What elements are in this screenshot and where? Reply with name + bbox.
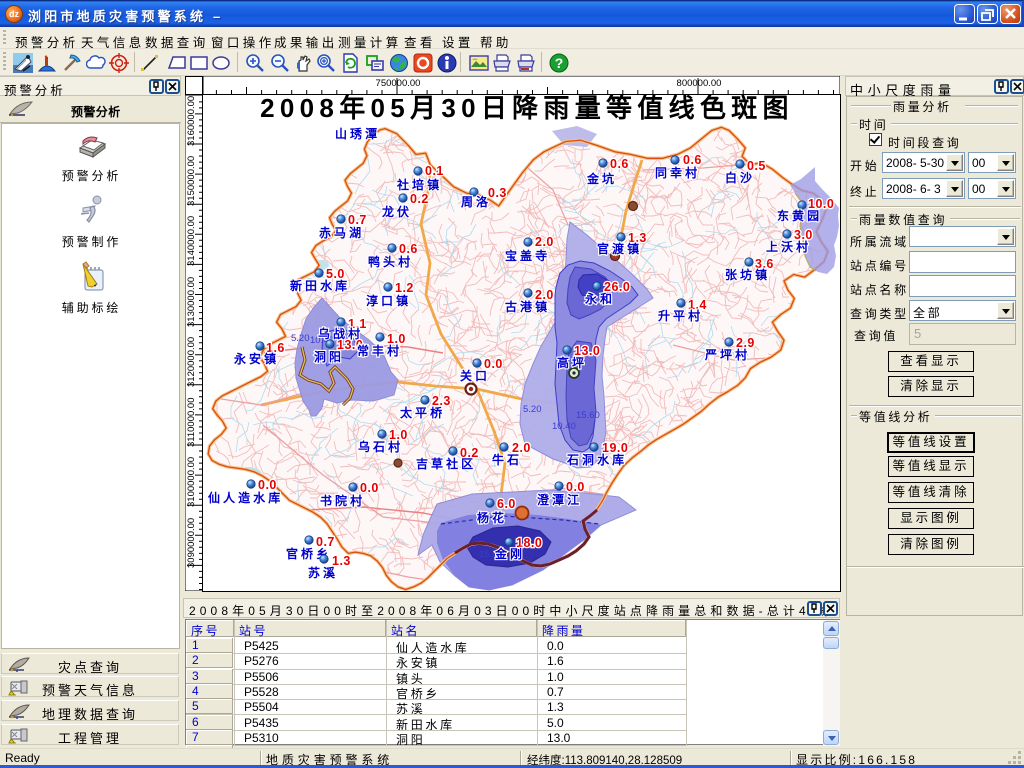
svg-text:2.0: 2.0 — [535, 235, 554, 249]
svg-text:常丰村: 常丰村 — [357, 343, 402, 358]
svg-text:800000.00: 800000.00 — [677, 78, 722, 89]
svg-text:金坑: 金坑 — [586, 171, 617, 186]
svg-text:同幸村: 同幸村 — [655, 165, 700, 180]
svg-text:龙伏: 龙伏 — [382, 204, 412, 219]
svg-text:3140000.00: 3140000.00 — [186, 216, 197, 266]
svg-text:古港镇: 古港镇 — [505, 299, 550, 314]
svg-text:山琇潭: 山琇潭 — [335, 126, 380, 141]
svg-text:洞阳: 洞阳 — [314, 349, 344, 364]
svg-text:0.0: 0.0 — [360, 481, 379, 495]
svg-text:永和: 永和 — [584, 291, 615, 306]
svg-text:书院村: 书院村 — [320, 493, 365, 508]
svg-text:赤马湖: 赤马湖 — [319, 225, 364, 240]
svg-text:石洞水库: 石洞水库 — [566, 452, 627, 467]
svg-text:上沃村: 上沃村 — [766, 239, 811, 254]
svg-text:关口: 关口 — [460, 368, 490, 383]
svg-text:6.0: 6.0 — [497, 497, 516, 511]
svg-text:官渡镇: 官渡镇 — [597, 241, 642, 256]
svg-text:仙人造水库: 仙人造水库 — [208, 490, 283, 505]
svg-text:5.20: 5.20 — [291, 333, 310, 344]
svg-text:0.6: 0.6 — [683, 153, 702, 167]
svg-text:3100000.00: 3100000.00 — [186, 457, 197, 507]
svg-text:升平村: 升平村 — [658, 308, 703, 323]
svg-text:金刚: 金刚 — [494, 546, 525, 561]
svg-text:白沙: 白沙 — [725, 170, 755, 185]
svg-text:3090000.00: 3090000.00 — [186, 518, 197, 568]
svg-text:15.60: 15.60 — [576, 410, 600, 421]
svg-text:3150000.00: 3150000.00 — [186, 156, 197, 206]
svg-text:苏溪: 苏溪 — [308, 565, 338, 580]
svg-text:周洛: 周洛 — [461, 194, 491, 209]
svg-text:淳口镇: 淳口镇 — [366, 293, 411, 308]
svg-text:乌石村: 乌石村 — [358, 439, 403, 454]
svg-text:0.6: 0.6 — [399, 242, 418, 256]
svg-text:0.7: 0.7 — [348, 213, 367, 227]
svg-text:高坪: 高坪 — [557, 355, 587, 370]
svg-text:3110000.00: 3110000.00 — [186, 398, 197, 448]
svg-text:0.6: 0.6 — [610, 157, 629, 171]
svg-text:社培镇: 社培镇 — [396, 177, 442, 192]
svg-text:750000.00: 750000.00 — [376, 78, 421, 89]
svg-text:5.20: 5.20 — [523, 404, 542, 415]
svg-text:澄潭江: 澄潭江 — [537, 492, 582, 507]
svg-text:3130000.00: 3130000.00 — [186, 277, 197, 327]
svg-text:0.0: 0.0 — [566, 480, 585, 494]
svg-text:鸭头村: 鸭头村 — [368, 254, 413, 269]
svg-text:牛石: 牛石 — [492, 452, 522, 467]
svg-text:3160000.00: 3160000.00 — [186, 96, 197, 146]
svg-text:严坪村: 严坪村 — [704, 347, 750, 362]
svg-text:?: ? — [555, 55, 564, 71]
svg-text:吉草社区: 吉草社区 — [416, 456, 476, 471]
svg-text:0.0: 0.0 — [258, 478, 277, 492]
svg-text:10.40: 10.40 — [552, 421, 576, 432]
svg-text:0.1: 0.1 — [425, 164, 444, 178]
svg-text:杨花: 杨花 — [477, 510, 507, 525]
svg-text:0.2: 0.2 — [410, 192, 429, 206]
svg-text:1.2: 1.2 — [395, 281, 414, 295]
svg-text:新田水库: 新田水库 — [290, 278, 350, 293]
svg-text:东黄园: 东黄园 — [777, 208, 822, 223]
svg-text:3120000.00: 3120000.00 — [186, 337, 197, 387]
svg-text:2008年05月30日降雨量等值线色斑图: 2008年05月30日降雨量等值线色斑图 — [260, 95, 794, 123]
svg-text:宝盖寺: 宝盖寺 — [505, 248, 550, 263]
svg-text:张坊镇: 张坊镇 — [725, 267, 770, 282]
svg-text:永安镇: 永安镇 — [233, 351, 279, 366]
svg-text:太平桥: 太平桥 — [400, 405, 445, 420]
